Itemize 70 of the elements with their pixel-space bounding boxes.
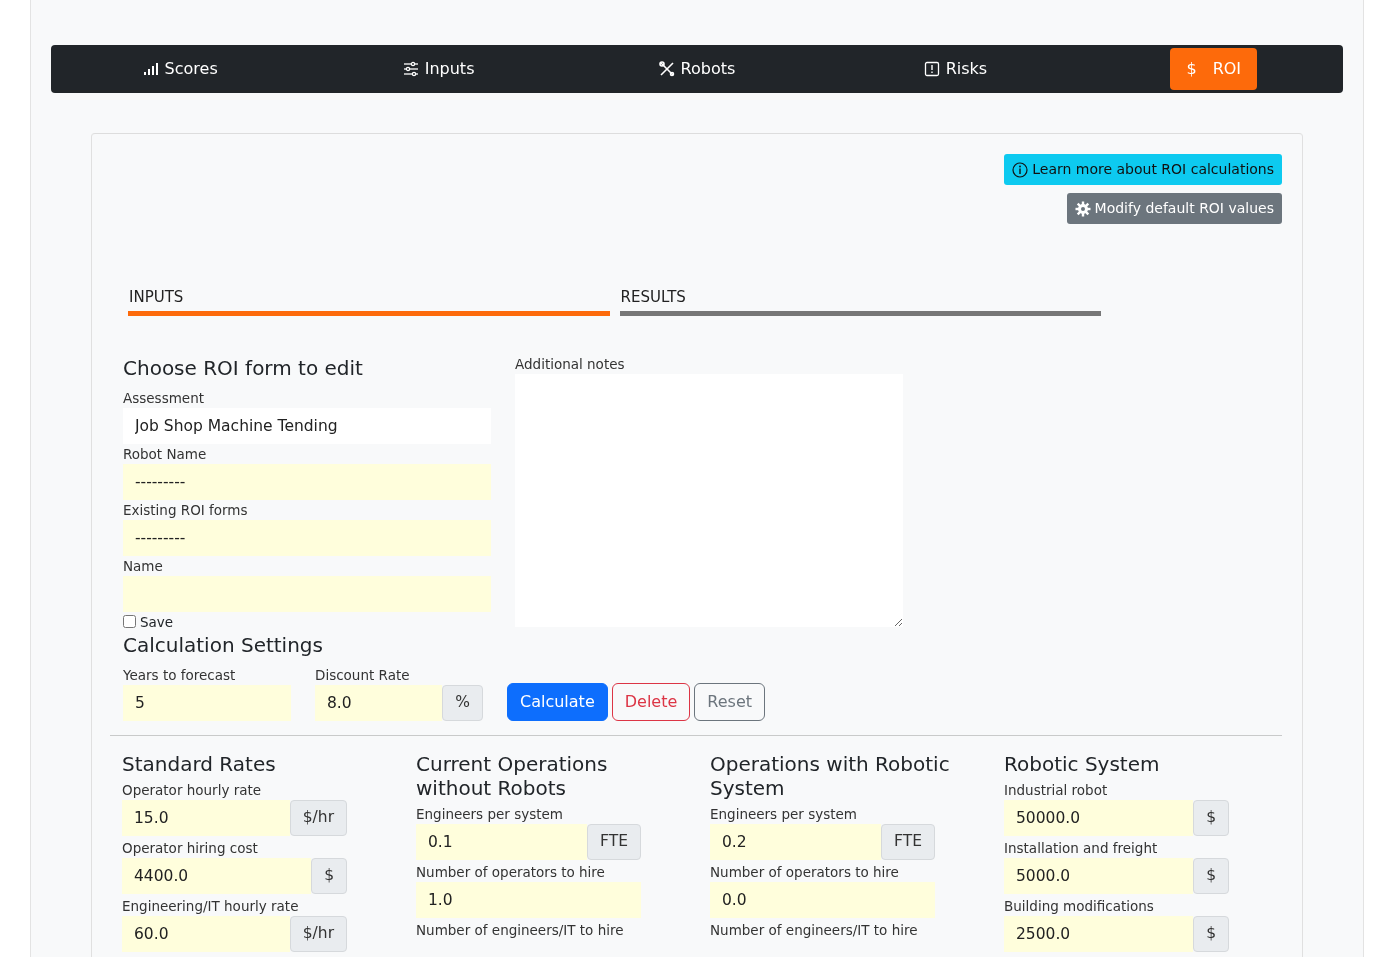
input-field[interactable]: 15.0 [122,800,290,836]
gear-icon [1074,200,1091,217]
form-tab[interactable]: RESULTS [619,286,1101,316]
nav-tab[interactable]: Inputs [386,48,491,90]
nav-tab[interactable]: Scores [126,48,234,90]
input-field[interactable]: --------- [123,519,491,556]
info-link-button[interactable]: Learn more about ROI calculations [1004,154,1282,185]
save-checkbox[interactable] [123,615,136,629]
sliders-icon [402,61,419,77]
alert-box-icon [923,61,940,77]
field-label: Engineers per system [416,805,564,824]
field-label: Existing ROI forms [123,500,249,520]
field-label: Engineering/IT hourly rate [122,897,300,916]
action-button[interactable]: Reset [694,683,765,721]
field-label: Number of operators to hire [416,863,606,882]
unit-label: $/hr [289,916,347,952]
nav-tab[interactable]: Risks [907,48,1004,90]
input-field[interactable]: 50000.0 [1004,800,1194,836]
chart-bars-icon [142,61,159,77]
unit-label: $ [1193,858,1229,894]
unit-label: $ [1193,800,1229,836]
section-heading: Robotic System [1004,752,1161,776]
unit-label: % [442,685,483,721]
field-label: Discount Rate [315,666,411,685]
input-field[interactable]: 60.0 [122,916,290,952]
input-field[interactable]: 5000.0 [1004,858,1194,894]
field-label: Industrial robot [1004,781,1109,800]
field-label: Number of engineers/IT to hire [416,921,625,940]
input-field[interactable]: 0.0 [710,882,935,918]
form-tab[interactable]: INPUTS [128,286,610,316]
section-heading: Calculation Settings [123,633,324,657]
field-label: Robot Name [123,444,208,464]
field-label: Years to forecast [123,666,237,685]
unit-label: $/hr [289,800,347,836]
notes-field[interactable] [515,373,903,627]
settings-button[interactable]: Modify default ROI values [1066,193,1282,224]
input-field[interactable]: --------- [123,463,491,500]
field-label: Number of engineers/IT to hire [710,921,919,940]
input-field[interactable]: 1.0 [416,882,641,918]
input-field[interactable]: 5 [123,685,291,721]
section-heading: Current Operations without Robots [416,752,609,800]
tools-icon [658,61,675,77]
section-heading: Standard Rates [122,752,277,776]
unit-label: $ [1193,916,1229,952]
field-label: Engineers per system [710,805,858,824]
field-label: Operator hiring cost [122,839,259,858]
field-label: Installation and freight [1004,839,1159,858]
field-label: Assessment [123,388,205,408]
input-field[interactable]: 4400.0 [122,858,312,894]
field-label: Number of operators to hire [710,863,900,882]
field-label: Name [123,556,164,576]
nav-tab[interactable]: Robots [642,48,752,90]
input-field[interactable] [123,575,491,612]
field-label: Building modifications [1004,897,1155,916]
checkbox-label: Save [140,612,174,632]
unit-label: FTE [881,824,935,860]
input-field[interactable]: 0.2 [710,824,882,860]
input-field[interactable]: Job Shop Machine Tending [123,407,491,444]
action-button[interactable]: Delete [611,683,691,721]
info-icon [1012,161,1029,178]
input-field[interactable]: 2500.0 [1004,916,1194,952]
section-heading: Operations with Robotic System [710,752,951,800]
section-heading: Choose ROI form to edit [123,355,364,380]
input-field[interactable]: 0.1 [416,824,588,860]
field-label: Additional notes [515,354,626,374]
unit-label: FTE [587,824,641,860]
action-button[interactable]: Calculate [507,683,608,721]
unit-label: $ [311,858,347,894]
field-label: Operator hourly rate [122,781,263,800]
input-field[interactable]: 8.0 [315,685,443,721]
